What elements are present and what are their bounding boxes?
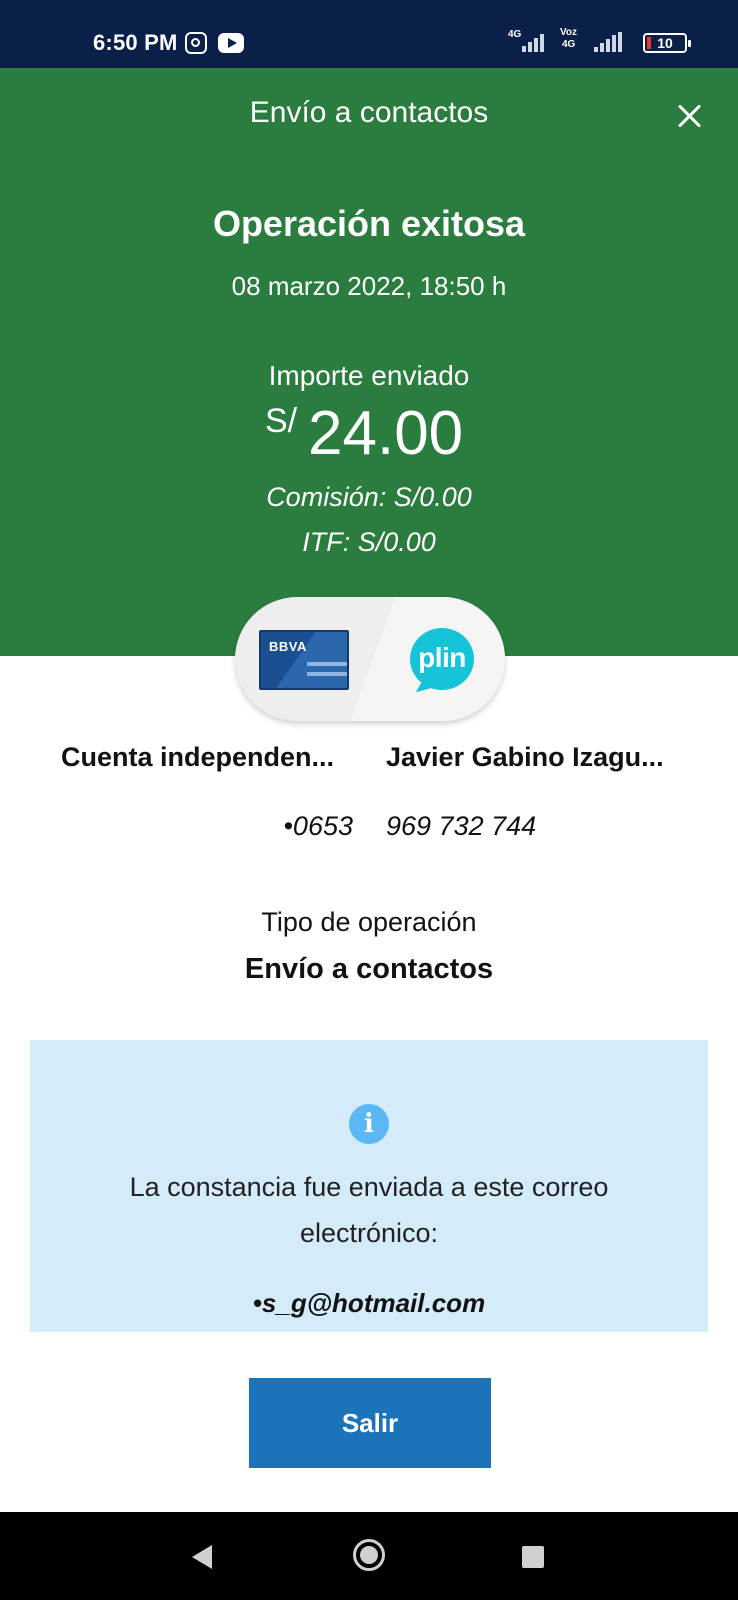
transfer-logos: BBVA plin xyxy=(235,597,505,721)
result-date: 08 marzo 2022, 18:50 h xyxy=(231,271,507,301)
to-phone-number: 969 732 744 xyxy=(386,811,537,841)
receipt-message: La constancia fue enviada a este correo … xyxy=(129,1172,609,1248)
home-icon[interactable] xyxy=(353,1539,385,1571)
network-type-2-line2: 4G xyxy=(562,39,576,50)
bbva-logo-text: BBVA xyxy=(269,639,307,654)
amount-label: Importe enviado xyxy=(268,360,470,391)
from-account-number: •0653 xyxy=(283,811,353,841)
amount-currency: S/ xyxy=(265,402,298,440)
itf-text: ITF: S/0.00 xyxy=(302,527,436,557)
plin-logo-icon: plin xyxy=(410,628,474,690)
status-bar: 6:50 PM 4G Voz 4G 10 xyxy=(0,0,738,68)
result-title: Operación exitosa xyxy=(212,203,526,244)
status-time: 6:50 PM xyxy=(93,30,178,55)
signal-icon-2 xyxy=(590,32,630,52)
receipt-email: •s_g@hotmail.com xyxy=(252,1288,486,1318)
commission-text: Comisión: S/0.00 xyxy=(266,482,472,512)
instagram-icon xyxy=(185,32,207,54)
network-type-2-line1: Voz xyxy=(560,27,578,38)
battery-icon: 10 xyxy=(643,33,691,53)
info-icon: i xyxy=(349,1104,389,1144)
bbva-card-icon: BBVA xyxy=(259,630,349,690)
exit-button[interactable]: Salir xyxy=(249,1378,491,1468)
battery-level: 10 xyxy=(657,35,673,51)
receipt-info-box: i La constancia fue enviada a este corre… xyxy=(30,1040,708,1332)
android-nav-bar xyxy=(0,1512,738,1600)
youtube-icon xyxy=(218,33,244,53)
plin-logo-text: plin xyxy=(418,642,466,673)
operation-type-label: Tipo de operación xyxy=(261,907,477,937)
amount-value: 24.00 xyxy=(308,399,464,468)
from-account-name: Cuenta independen... xyxy=(61,742,335,772)
to-contact-name: Javier Gabino Izagu... xyxy=(386,742,664,772)
operation-type-value: Envío a contactos xyxy=(244,953,494,985)
close-icon[interactable] xyxy=(672,98,708,134)
amount: S/ 24.00 xyxy=(0,398,738,478)
signal-icon-1 xyxy=(508,32,548,52)
success-header: Envío a contactos Operación exitosa 08 m… xyxy=(0,68,738,656)
recent-apps-icon[interactable] xyxy=(522,1546,544,1568)
back-icon[interactable] xyxy=(192,1545,212,1569)
page-title: Envío a contactos xyxy=(249,96,489,129)
